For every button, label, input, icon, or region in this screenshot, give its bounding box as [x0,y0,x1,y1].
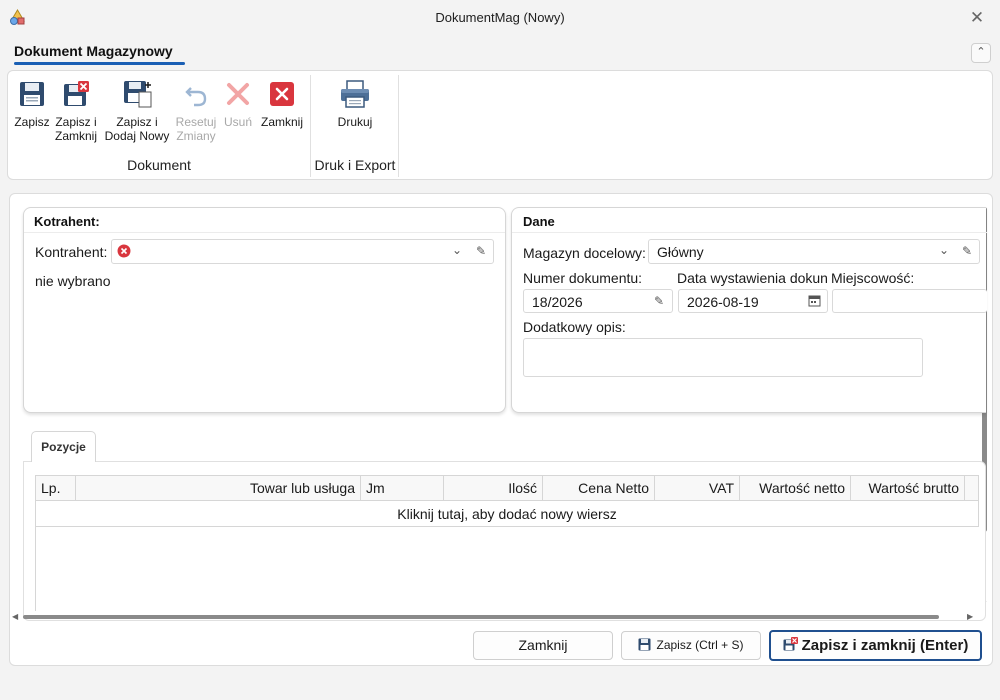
column-header-lp[interactable]: Lp. [36,476,76,500]
dodatkowy-opis-textarea[interactable] [523,338,923,377]
miejscowosc-input[interactable] [832,289,987,313]
column-header-ilosc[interactable]: Ilość [444,476,543,500]
close-document-button[interactable]: Zamknij [259,79,305,129]
reset-changes-label-2: Zmiany [176,129,216,143]
horizontal-scrollbar-thumb[interactable] [23,615,939,619]
grid-header: Lp. Towar lub usługa Jm Ilość Cena Netto… [35,475,979,501]
column-header-cena-netto[interactable]: Cena Netto [543,476,655,500]
chevron-down-icon[interactable]: ⌄ [452,243,462,257]
delete-button[interactable]: Usuń [220,79,256,129]
save-close-icon [783,637,798,651]
footer-save-and-close-button[interactable]: Zapisz i zamknij (Enter) [769,630,982,661]
tab-pozycje[interactable]: Pozycje [31,431,96,462]
save-and-add-new-label-2: Dodaj Nowy [104,129,170,143]
footer-close-label: Zamknij [518,637,568,653]
kontrahent-label: Kontrahent: [35,244,108,260]
print-label: Drukuj [337,115,373,129]
save-icon [20,82,44,106]
kontrahent-card-title: Kotrahent: [34,214,100,229]
printer-icon [341,80,369,108]
miejscowosc-label: Miejscowość: [831,270,915,286]
save-and-add-new-button[interactable]: Zapisz i Dodaj Nowy [103,79,171,143]
window-title: DokumentMag (Nowy) [435,10,565,25]
column-header-towar[interactable]: Towar lub usługa [76,476,361,500]
magazyn-select[interactable]: Główny ⌄ ✎ [648,239,980,264]
dane-card-title: Dane [523,214,555,229]
column-header-wartosc-brutto[interactable]: Wartość brutto [851,476,965,500]
save-button-label: Zapisz [14,115,50,129]
footer-save-and-close-label: Zapisz i zamknij (Enter) [801,637,969,654]
reset-changes-button[interactable]: Resetuj Zmiany [174,79,218,143]
data-wystawienia-input[interactable]: 2026-08-19 [678,289,828,313]
save-and-add-new-label-1: Zapisz i [116,115,158,129]
calendar-icon[interactable] [808,294,821,310]
scroll-right-arrow-icon[interactable]: ▶ [967,612,973,621]
footer-close-button[interactable]: Zamknij [473,631,613,660]
column-header-jm[interactable]: Jm [361,476,444,500]
magazyn-label: Magazyn docelowy: [523,245,646,261]
footer-save-button[interactable]: Zapisz (Ctrl + S) [621,631,761,660]
edit-pencil-icon[interactable]: ✎ [654,294,664,308]
ribbon-panel: Zapisz Zapisz i Zamknij Zapisz i Dodaj N… [7,70,993,180]
kontrahent-select[interactable]: ⌄ ✎ [111,239,494,264]
error-icon [117,244,131,261]
save-and-close-label-2: Zamknij [54,129,97,143]
ribbon-group-separator-2 [398,75,399,177]
save-and-close-label-1: Zapisz i [55,115,97,129]
reset-changes-label-1: Resetuj [175,115,217,129]
save-button[interactable]: Zapisz [12,79,52,129]
ribbon-tab-dokument-magazynowy[interactable]: Dokument Magazynowy [14,43,173,59]
numer-dokumentu-value: 18/2026 [532,294,583,310]
delete-icon [227,83,249,105]
dodatkowy-opis-label: Dodatkowy opis: [523,319,626,335]
footer-save-label: Zapisz (Ctrl + S) [656,638,744,652]
add-new-row[interactable]: Kliknij tutaj, aby dodać nowy wiersz [35,501,979,527]
dane-card: Dane Magazyn docelowy: Główny ⌄ ✎ Numer … [511,207,987,413]
undo-icon [185,87,207,107]
save-and-close-button[interactable]: Zapisz i Zamknij [54,79,98,143]
kontrahent-card: Kotrahent: Kontrahent: ⌄ ✎ nie wybrano [23,207,506,413]
grid-body [35,527,979,611]
scroll-left-arrow-icon[interactable]: ◀ [12,612,18,621]
edit-pencil-icon[interactable]: ✎ [962,244,972,258]
ribbon-group-label-dokument: Dokument [127,157,191,173]
ribbon-collapse-button[interactable]: ⌃ [971,43,991,63]
window-close-button[interactable]: ✕ [966,8,988,28]
ribbon-group-label-druk: Druk i Export [314,157,396,173]
numer-dokumentu-input[interactable]: 18/2026 ✎ [523,289,673,313]
delete-label: Usuń [223,115,252,129]
magazyn-value: Główny [657,244,704,260]
close-document-label: Zamknij [260,115,303,129]
close-icon [270,82,294,106]
edit-pencil-icon[interactable]: ✎ [476,244,486,258]
print-button[interactable]: Drukuj [330,79,380,129]
ribbon-tab-underline [14,62,185,65]
kontrahent-status-text: nie wybrano [35,273,111,289]
chevron-down-icon[interactable]: ⌄ [939,243,949,257]
numer-dokumentu-label: Numer dokumentu: [523,270,643,286]
column-header-wartosc-netto[interactable]: Wartość netto [740,476,851,500]
save-new-icon [124,81,152,108]
data-wystawienia-label: Data wystawienia dokun [677,270,828,286]
card-divider [24,232,505,233]
save-close-icon [64,81,89,106]
save-icon [638,638,651,651]
card-divider [512,232,987,233]
data-wystawienia-value: 2026-08-19 [687,294,759,310]
column-header-vat[interactable]: VAT [655,476,740,500]
